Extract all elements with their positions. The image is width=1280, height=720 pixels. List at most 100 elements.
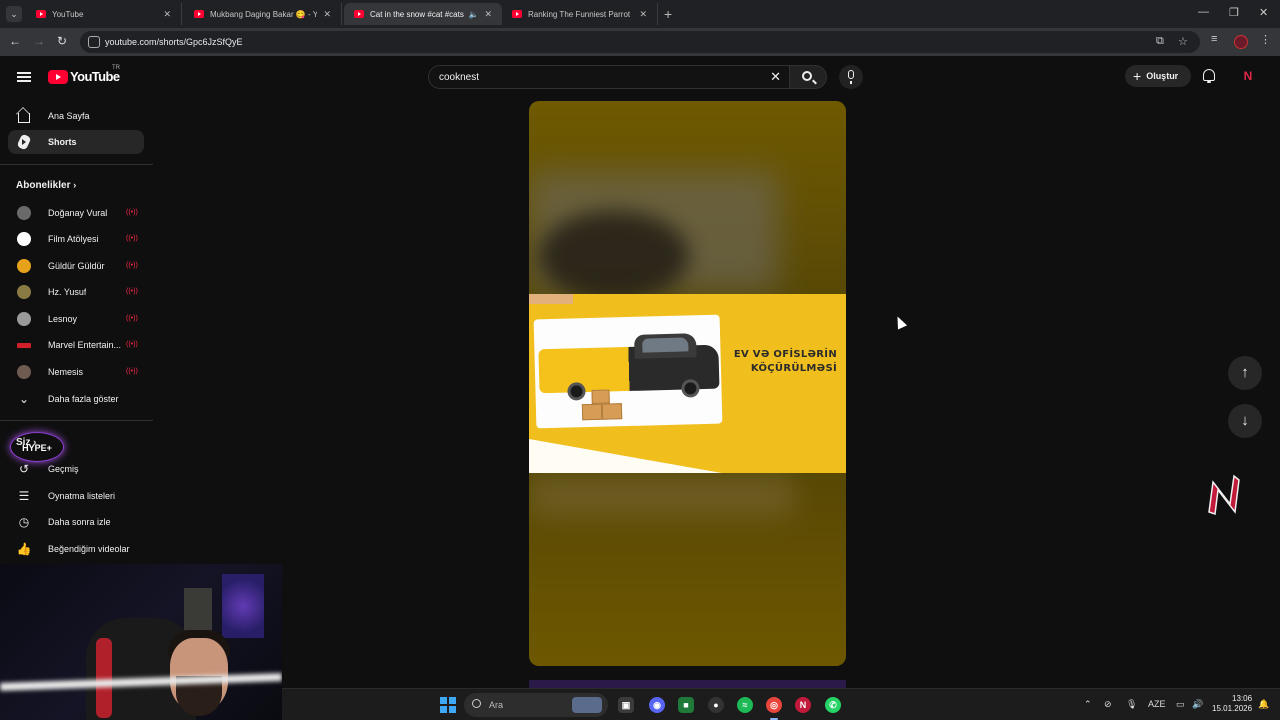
notifications-bell-icon[interactable] (1203, 69, 1215, 83)
close-window-button[interactable]: ✕ (1259, 6, 1268, 19)
search-icon (802, 71, 812, 81)
sidebar-item-subscription[interactable]: Lesnoy ((•)) (8, 307, 144, 331)
create-button[interactable]: + Oluştur (1125, 65, 1191, 87)
new-tab-button[interactable]: + (664, 6, 672, 22)
live-indicator-icon: ((•)) (126, 235, 138, 242)
history-icon: ↺ (18, 462, 30, 476)
browser-toolbar: ← → ↻ youtube.com/shorts/Gpc6JzSfQyE ⧉ ☆… (0, 28, 1280, 56)
sidebar-item-subscription[interactable]: Nemesis ((•)) (8, 360, 144, 384)
xbox-app-icon[interactable]: ■ (678, 697, 694, 713)
show-more-button[interactable]: ⌄ Daha fazla göster (8, 387, 144, 411)
sidebar-item-subscription[interactable]: Doğanay Vural ((•)) (8, 201, 144, 225)
input-language[interactable]: AZE (1148, 699, 1166, 709)
microphone-tray-icon[interactable]: 🎙 (1126, 699, 1137, 710)
forward-button[interactable]: → (31, 34, 47, 48)
windows-start-icon[interactable] (440, 697, 456, 713)
shorts-video-player[interactable]: EV VƏ OFİSLƏRİN KÖÇÜRÜLMƏSİ (529, 101, 846, 666)
sidebar-item-shorts[interactable]: Shorts (8, 130, 144, 154)
network-icon[interactable]: ▭ (1176, 699, 1185, 710)
live-indicator-icon: ((•)) (126, 315, 138, 322)
restore-button[interactable]: ❐ (1229, 6, 1239, 19)
youtube-logo[interactable]: YouTube TR (48, 65, 120, 84)
next-short-button[interactable]: ↓ (1228, 404, 1262, 438)
previous-short-button[interactable]: ↑ (1228, 356, 1262, 390)
notifications-icon[interactable]: 🔔 (1258, 699, 1269, 710)
browser-tab[interactable]: Mukbang Daging Bakar 😋 - Yo ✕ (184, 3, 342, 25)
discord-icon[interactable]: ◉ (649, 697, 665, 713)
voice-search-button[interactable] (839, 65, 863, 89)
clear-search-icon[interactable]: ✕ (770, 69, 781, 85)
sidebar-divider (0, 164, 153, 165)
bookmark-star-icon[interactable]: ☆ (1178, 35, 1188, 48)
site-info-icon[interactable] (88, 36, 100, 48)
sidebar-item-subscription[interactable]: Marvel Entertain... ((•)) (8, 333, 144, 357)
sidebar-item-subscription[interactable]: Güldür Güldür ((•)) (8, 254, 144, 278)
sidebar-item-home[interactable]: Ana Sayfa (8, 104, 144, 128)
back-button[interactable]: ← (7, 34, 23, 48)
install-app-icon[interactable]: ⧉ (1156, 35, 1164, 48)
browser-tab-active[interactable]: Cat in the snow #cat #cats 🔈 ✕ (344, 3, 502, 25)
subscriptions-heading[interactable]: Abonelikler › (16, 180, 76, 191)
tab-search-menu[interactable]: ⌄ (6, 6, 22, 22)
cardboard-boxes-icon (581, 389, 626, 424)
close-tab-icon[interactable]: ✕ (639, 9, 647, 20)
spotify-icon[interactable]: ≈ (737, 697, 753, 713)
whatsapp-icon[interactable]: ✆ (825, 697, 841, 713)
taskbar-search[interactable]: Ara (464, 693, 608, 717)
thumbs-up-icon: 👍 (16, 542, 32, 556)
blurred-background (529, 476, 794, 516)
sidebar-item-playlists[interactable]: ☰ Oynatma listeleri (8, 484, 144, 508)
live-indicator-icon: ((•)) (126, 341, 138, 348)
browser-menu-icon[interactable]: ⋮ (1260, 33, 1271, 46)
network-off-icon[interactable]: ⊘ (1104, 699, 1112, 710)
van-picture (533, 314, 723, 429)
speaker-icon[interactable]: 🔈 (468, 10, 478, 19)
youtube-header: YouTube TR ✕ + Oluştur N (0, 56, 1280, 98)
search-box[interactable]: ✕ (428, 65, 790, 89)
youtube-favicon-icon (512, 10, 522, 18)
account-avatar[interactable]: N (1240, 68, 1256, 84)
next-short-preview (529, 680, 846, 688)
ad-banner-image: EV VƏ OFİSLƏRİN KÖÇÜRÜLMƏSİ (529, 294, 846, 473)
volume-icon[interactable]: 🔊 (1192, 699, 1203, 710)
search-input[interactable] (439, 70, 759, 84)
search-button[interactable] (789, 65, 827, 89)
close-tab-icon[interactable]: ✕ (163, 9, 171, 20)
sidebar: Ana Sayfa Shorts Abonelikler › Doğanay V… (0, 98, 153, 564)
sidebar-item-watch-later[interactable]: ◷ Daha sonra izle (8, 510, 144, 534)
system-clock[interactable]: 13:06 15.01.2026 (1212, 694, 1252, 714)
close-tab-icon[interactable]: ✕ (323, 9, 331, 20)
sidebar-item-subscription[interactable]: Hz. Yusuf ((•)) (8, 280, 144, 304)
show-hidden-icons-icon[interactable]: ⌃ (1084, 699, 1092, 710)
chevron-right-icon: › (73, 180, 77, 190)
media-controls-icon[interactable]: ≡ (1211, 33, 1217, 45)
search-highlight-image (572, 697, 602, 713)
chrome-icon[interactable]: ◎ (766, 697, 782, 713)
windows-taskbar: Ara ▣ ◉ ■ ● ≈ ◎ N ✆ ⌃ ⊘ 🎙 AZE ▭ 🔊 13:06 … (282, 688, 1280, 720)
mouse-cursor-icon (892, 314, 908, 330)
streamer-logo-icon (1208, 474, 1240, 516)
menu-icon[interactable] (17, 72, 31, 82)
task-view-icon[interactable]: ▣ (618, 697, 634, 713)
channel-avatar (17, 365, 31, 379)
home-icon (16, 108, 32, 124)
microphone-icon (848, 70, 854, 84)
address-bar[interactable]: youtube.com/shorts/Gpc6JzSfQyE ⧉ ☆ (80, 31, 1200, 53)
banner-headline: EV VƏ OFİSLƏRİN KÖÇÜRÜLMƏSİ (733, 349, 837, 374)
browser-tab[interactable]: Ranking The Funniest Parrot Mo ✕ (502, 3, 658, 25)
youtube-favicon-icon (354, 10, 364, 18)
plus-icon: + (1133, 68, 1142, 84)
sidebar-item-liked-videos[interactable]: 👍 Beğendiğim videolar (8, 537, 144, 561)
browser-profile-avatar[interactable] (1234, 35, 1248, 49)
streamer-app-icon[interactable]: N (795, 697, 811, 713)
sidebar-item-subscription[interactable]: Film Atölyesi ((•)) (8, 227, 144, 251)
obs-icon[interactable]: ● (708, 697, 724, 713)
browser-tab-strip: ⌄ YouTube ✕ Mukbang Daging Bakar 😋 - Yo … (0, 0, 1280, 28)
minimize-button[interactable]: — (1198, 6, 1209, 18)
browser-tab[interactable]: YouTube ✕ (26, 3, 182, 25)
close-tab-icon[interactable]: ✕ (484, 9, 492, 20)
hype-badge: HYPE+ (10, 432, 64, 462)
youtube-favicon-icon (194, 10, 204, 18)
reload-button[interactable]: ↻ (54, 34, 70, 48)
live-indicator-icon: ((•)) (126, 368, 138, 375)
